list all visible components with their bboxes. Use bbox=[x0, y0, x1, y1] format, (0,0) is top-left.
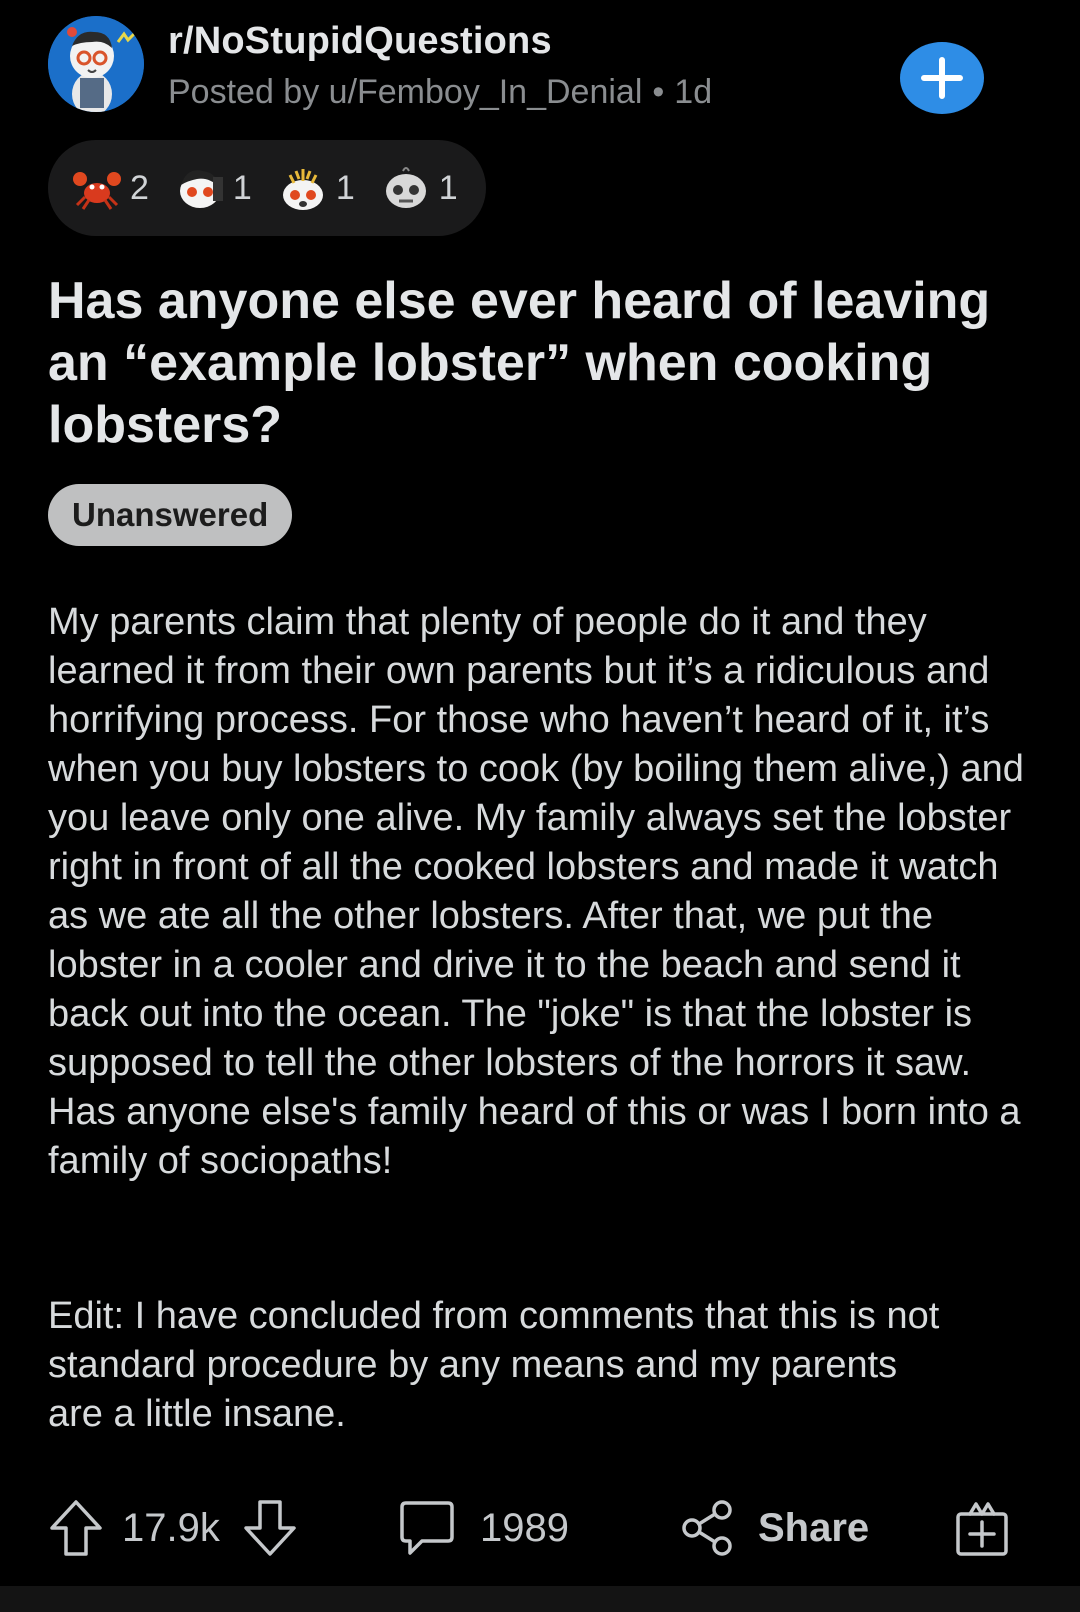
post-header: r/NoStupidQuestions Posted by u/Femboy_I… bbox=[48, 16, 1032, 116]
award-button[interactable] bbox=[954, 1488, 1010, 1568]
post-meta: Posted by u/Femboy_In_Denial • 1d bbox=[168, 73, 712, 112]
vote-score: 17.9k bbox=[122, 1505, 220, 1550]
award-count: 1 bbox=[335, 168, 355, 207]
upvote-button[interactable] bbox=[48, 1488, 104, 1568]
award-count: 1 bbox=[438, 168, 458, 207]
downvote-arrow-icon bbox=[244, 1500, 296, 1556]
subreddit-name[interactable]: r/NoStupidQuestions bbox=[168, 20, 552, 63]
post-body: My parents claim that plenty of people d… bbox=[48, 601, 1024, 1182]
award-item[interactable]: 1 bbox=[276, 163, 365, 213]
post-age: 1d bbox=[674, 73, 713, 111]
bottom-bar bbox=[0, 1586, 1080, 1612]
comment-bubble-icon bbox=[400, 1501, 454, 1555]
mind-blown-award-icon bbox=[282, 169, 323, 210]
awards-bar[interactable]: 2 1 1 1 bbox=[48, 140, 486, 236]
meta-separator: • bbox=[652, 73, 665, 111]
snoo-avatar-icon bbox=[48, 16, 144, 112]
award-item[interactable]: 2 bbox=[70, 163, 159, 213]
skull-award-icon bbox=[385, 167, 426, 208]
award-count: 2 bbox=[130, 168, 149, 207]
plus-icon bbox=[921, 57, 963, 99]
share-icon bbox=[682, 1500, 732, 1556]
award-item[interactable]: 1 bbox=[173, 163, 262, 213]
comments-button[interactable]: 1989 bbox=[398, 1488, 569, 1568]
share-button[interactable]: Share bbox=[680, 1488, 869, 1568]
post-action-bar: 17.9k 1989 Share bbox=[48, 1488, 1038, 1568]
join-button[interactable] bbox=[900, 42, 984, 114]
post-title[interactable]: Has anyone else ever heard of leaving an… bbox=[48, 270, 1028, 456]
downvote-button[interactable] bbox=[242, 1488, 298, 1568]
gift-icon bbox=[956, 1502, 1008, 1556]
award-item[interactable]: 1 bbox=[379, 163, 468, 213]
subreddit-avatar[interactable] bbox=[48, 16, 144, 112]
post-flair[interactable]: Unanswered bbox=[48, 484, 293, 546]
share-label: Share bbox=[758, 1505, 870, 1550]
lobster-award-icon bbox=[73, 172, 121, 210]
upvote-arrow-icon bbox=[50, 1500, 102, 1556]
comment-count: 1989 bbox=[480, 1505, 569, 1550]
award-count: 1 bbox=[232, 168, 252, 207]
posted-by[interactable]: Posted by u/Femboy_In_Denial bbox=[168, 73, 642, 111]
post-edit-note: Edit: I have concluded from comments tha… bbox=[48, 1295, 940, 1435]
faceplant-award-icon bbox=[179, 170, 223, 208]
